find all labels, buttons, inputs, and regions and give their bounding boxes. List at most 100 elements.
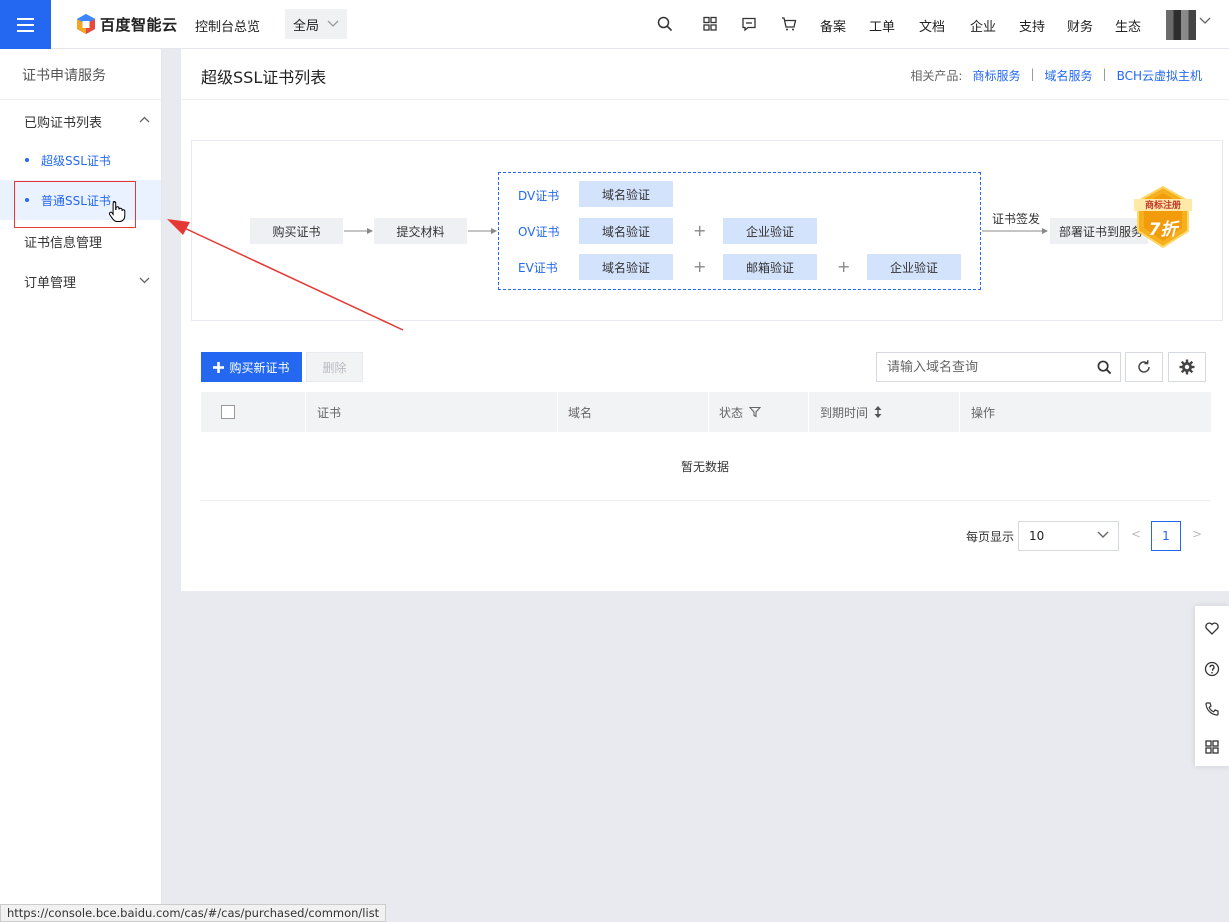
nav-docs[interactable]: 文档	[919, 16, 945, 35]
chevron-down-icon[interactable]	[1199, 17, 1211, 25]
settings-button[interactable]	[1168, 352, 1206, 382]
search-icon[interactable]	[1097, 360, 1112, 375]
column-separator	[557, 392, 558, 432]
link-bch-host[interactable]: BCH云虚拟主机	[1117, 67, 1202, 84]
column-header-expiry[interactable]: 到期时间	[820, 392, 882, 432]
column-header-cert: 证书	[317, 392, 341, 432]
plus-icon: +	[693, 257, 707, 276]
sidebar-item-purchased-certs[interactable]: 已购证书列表	[24, 112, 102, 131]
delete-button[interactable]: 删除	[306, 352, 363, 382]
buy-new-cert-button[interactable]: 购买新证书	[201, 352, 302, 382]
domain-search	[876, 352, 1121, 382]
plus-icon: +	[837, 257, 851, 276]
page-title: 超级SSL证书列表	[201, 68, 327, 87]
link-domain-service[interactable]: 域名服务	[1045, 67, 1093, 84]
sidebar-item-super-ssl[interactable]: 超级SSL证书	[0, 140, 161, 180]
empty-state-text: 暂无数据	[680, 460, 729, 474]
chevron-down-icon	[1097, 531, 1109, 538]
sidebar-item-normal-ssl[interactable]: 普通SSL证书	[0, 180, 161, 222]
region-select-value: 全局	[293, 18, 320, 34]
products-grid-icon[interactable]	[702, 16, 718, 32]
step-issue-label: 证书签发	[992, 212, 1041, 226]
chevron-down-icon[interactable]	[139, 277, 150, 284]
divider	[181, 99, 1229, 100]
column-separator	[808, 392, 809, 432]
nav-ticket[interactable]: 工单	[869, 16, 895, 35]
apps-grid-icon[interactable]	[1204, 739, 1220, 755]
prev-page-button[interactable]: <	[1131, 527, 1141, 541]
message-icon[interactable]	[741, 16, 757, 32]
ev-company-verify: 企业验证	[867, 254, 961, 280]
filter-icon[interactable]	[749, 406, 762, 418]
table-header: 证书 域名 状态 到期时间 操作	[201, 392, 1211, 432]
phone-icon[interactable]	[1204, 701, 1220, 717]
column-separator	[708, 392, 709, 432]
column-header-label: 域名	[568, 405, 593, 420]
column-header-label: 状态	[719, 405, 744, 420]
cart-icon[interactable]	[781, 16, 797, 32]
ov-domain-verify: 域名验证	[579, 218, 673, 244]
column-separator	[305, 392, 306, 432]
sidebar-title: 证书申请服务	[22, 68, 106, 84]
divider	[201, 500, 1211, 501]
nav-support[interactable]: 支持	[1019, 16, 1045, 35]
sort-icon[interactable]	[874, 406, 882, 418]
related-products-label: 相关产品:	[910, 69, 963, 83]
divider	[0, 99, 161, 100]
heart-icon[interactable]	[1204, 620, 1220, 636]
page-size-value: 10	[1029, 529, 1045, 543]
plus-icon	[213, 361, 225, 373]
step-submit-materials: 提交材料	[374, 218, 467, 244]
search-icon[interactable]	[657, 16, 673, 32]
floating-toolbar	[1195, 606, 1229, 766]
column-header-label: 到期时间	[820, 405, 869, 420]
nav-ecosystem[interactable]: 生态	[1115, 16, 1141, 35]
region-select[interactable]: 全局	[285, 9, 347, 39]
column-header-status: 状态	[719, 392, 762, 432]
hamburger-menu-button[interactable]	[0, 0, 51, 49]
status-bar-url: https://console.bce.baidu.com/cas/#/cas/…	[0, 904, 387, 922]
refresh-button[interactable]	[1125, 352, 1163, 382]
separator: |	[1030, 67, 1035, 81]
avatar[interactable]	[1166, 10, 1196, 40]
column-separator	[959, 392, 960, 432]
brand-logo[interactable]: 百度智能云	[76, 13, 178, 35]
console-overview-link[interactable]: 控制台总览	[195, 16, 260, 35]
nav-finance[interactable]: 财务	[1067, 16, 1093, 35]
ov-cert-label: OV证书	[518, 225, 560, 239]
chevron-down-icon	[327, 20, 339, 27]
step-buy-cert: 购买证书	[250, 218, 343, 244]
help-icon[interactable]	[1204, 661, 1220, 677]
ov-company-verify: 企业验证	[723, 218, 817, 244]
search-input[interactable]	[887, 359, 1087, 375]
separator: |	[1102, 67, 1107, 81]
nav-enterprise[interactable]: 企业	[970, 16, 996, 35]
column-header-actions: 操作	[971, 392, 995, 432]
badge-top-text: 商标注册	[1144, 201, 1181, 211]
page-number-button[interactable]: 1	[1151, 521, 1181, 551]
gear-icon	[1179, 359, 1195, 375]
baidu-cloud-logo-icon	[77, 14, 95, 34]
hand-pointer-cursor-icon	[108, 200, 126, 222]
sidebar-item-orders[interactable]: 订单管理	[24, 272, 76, 291]
link-trademark-service[interactable]: 商标服务	[972, 67, 1020, 84]
buy-new-cert-label: 购买新证书	[229, 360, 290, 375]
ev-cert-label: EV证书	[518, 261, 558, 275]
badge-discount-text: 7折	[1148, 220, 1178, 240]
column-header-label: 操作	[971, 405, 996, 420]
dv-domain-verify: 域名验证	[579, 181, 673, 207]
page-size-select[interactable]: 10	[1018, 521, 1119, 551]
related-products: 相关产品: 商标服务 | 域名服务 | BCH云虚拟主机	[910, 67, 1202, 84]
refresh-icon	[1138, 360, 1150, 373]
brand-name: 百度智能云	[100, 15, 178, 34]
sidebar-item-label: 超级SSL证书	[41, 153, 111, 168]
column-header-label: 证书	[317, 405, 342, 420]
nav-beian[interactable]: 备案	[820, 16, 846, 35]
page-size-label: 每页显示	[966, 530, 1015, 544]
select-all-checkbox[interactable]	[221, 405, 235, 419]
next-page-button[interactable]: >	[1192, 527, 1202, 541]
sidebar-item-cert-info[interactable]: 证书信息管理	[24, 232, 102, 251]
trademark-discount-badge[interactable]: 商标注册 7折	[1130, 185, 1196, 251]
dv-cert-label: DV证书	[518, 189, 560, 203]
chevron-up-icon[interactable]	[139, 116, 150, 123]
